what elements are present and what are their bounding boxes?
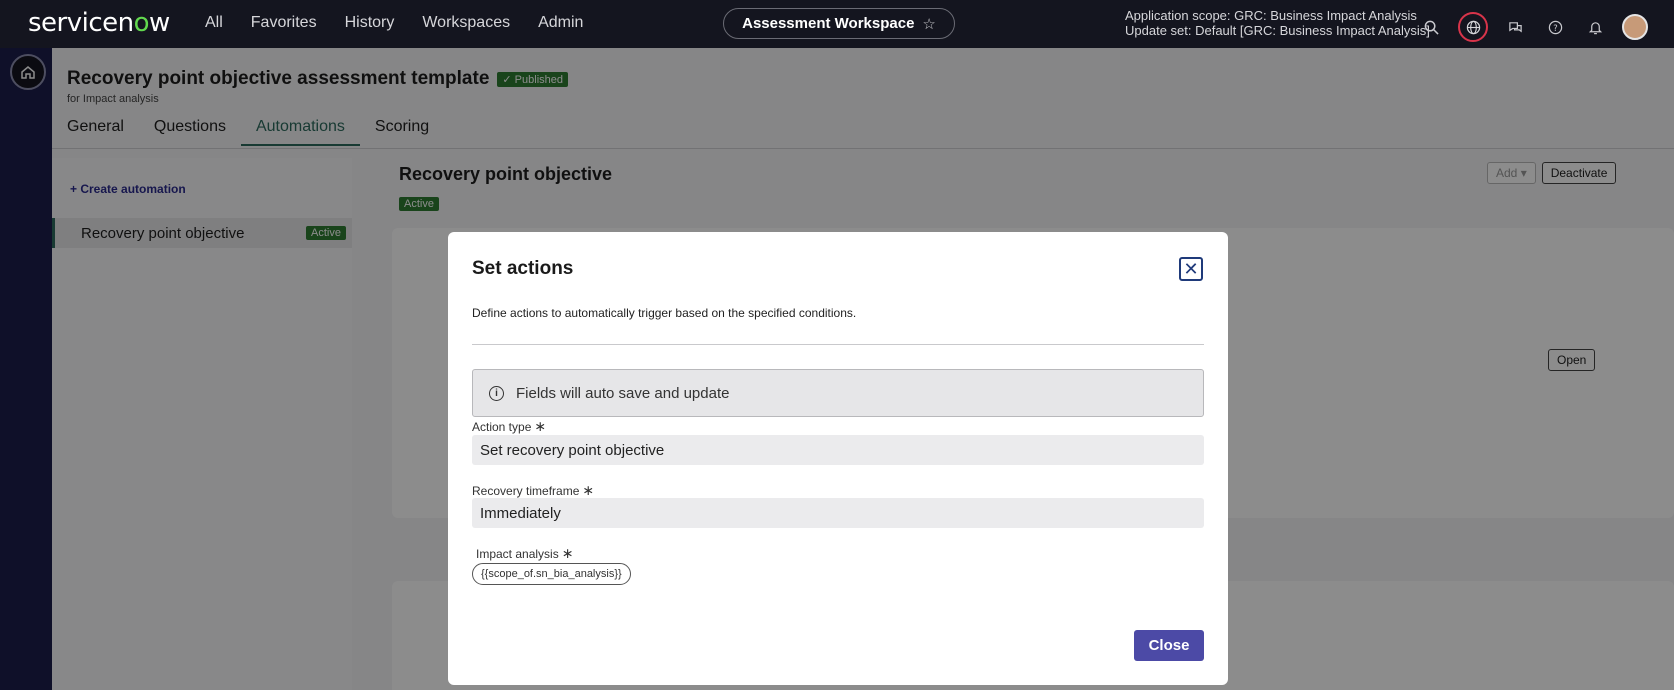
search-icon[interactable]	[1418, 14, 1444, 40]
nav-links: All Favorites History Workspaces Admin	[205, 14, 583, 32]
globe-icon[interactable]	[1458, 12, 1488, 42]
nav-history[interactable]: History	[345, 14, 395, 32]
top-nav: servicenow All Favorites History Workspa…	[0, 0, 1674, 48]
modal-divider	[472, 344, 1204, 345]
required-icon: ∗	[561, 545, 574, 561]
info-banner-text: Fields will auto save and update	[516, 384, 730, 402]
workspace-pill-label: Assessment Workspace	[742, 15, 915, 32]
bell-icon[interactable]	[1582, 14, 1608, 40]
impact-analysis-label-text: Impact analysis	[476, 547, 559, 561]
required-icon: ∗	[582, 482, 595, 498]
action-type-label: Action type ∗	[472, 418, 546, 435]
avatar[interactable]	[1622, 14, 1648, 40]
nav-workspaces[interactable]: Workspaces	[422, 14, 510, 32]
recovery-timeframe-label-text: Recovery timeframe	[472, 484, 580, 498]
update-set-line: Update set: Default [GRC: Business Impac…	[1125, 23, 1430, 38]
set-actions-modal: Set actions ✕ Define actions to automati…	[448, 232, 1228, 685]
recovery-timeframe-field[interactable]: Immediately	[472, 498, 1204, 528]
chat-icon[interactable]	[1502, 14, 1528, 40]
required-icon: ∗	[534, 418, 547, 434]
servicenow-logo[interactable]: servicenow	[28, 8, 170, 38]
action-type-field[interactable]: Set recovery point objective	[472, 435, 1204, 465]
top-icons: ?	[1418, 12, 1648, 42]
scope-line: Application scope: GRC: Business Impact …	[1125, 8, 1417, 23]
impact-analysis-pill[interactable]: {{scope_of.sn_bia_analysis}}	[472, 563, 631, 585]
svg-text:?: ?	[1553, 22, 1557, 32]
help-icon[interactable]: ?	[1542, 14, 1568, 40]
modal-title: Set actions	[472, 258, 574, 279]
action-type-label-text: Action type	[472, 420, 532, 434]
nav-admin[interactable]: Admin	[538, 14, 583, 32]
close-icon[interactable]: ✕	[1179, 257, 1203, 281]
info-icon: i	[489, 385, 504, 401]
workspace-pill[interactable]: Assessment Workspace ☆	[723, 8, 955, 39]
scope-info[interactable]: Application scope: GRC: Business Impact …	[1125, 8, 1430, 38]
info-banner: i Fields will auto save and update	[472, 369, 1204, 417]
nav-all[interactable]: All	[205, 14, 223, 32]
impact-analysis-label: Impact analysis ∗	[476, 545, 573, 562]
recovery-timeframe-label: Recovery timeframe ∗	[472, 482, 594, 499]
star-icon[interactable]: ☆	[922, 15, 935, 33]
close-button[interactable]: Close	[1134, 630, 1204, 661]
nav-favorites[interactable]: Favorites	[251, 14, 317, 32]
modal-description: Define actions to automatically trigger …	[472, 306, 857, 320]
